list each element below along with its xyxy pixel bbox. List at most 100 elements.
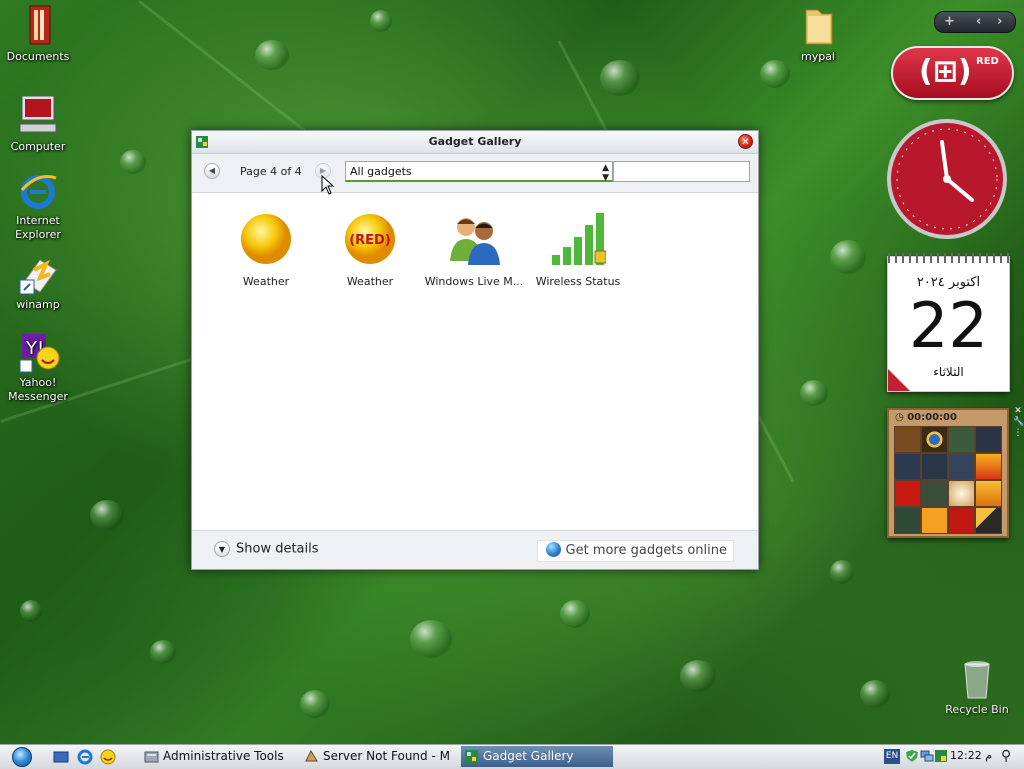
task-server-not-found[interactable]: Server Not Found - M... [301, 746, 449, 767]
browser-icon [305, 749, 318, 762]
page-indicator: Page 4 of 4 [240, 165, 302, 178]
puzzle-tile[interactable] [975, 507, 1002, 534]
puzzle-tile[interactable] [921, 426, 948, 453]
window-titlebar[interactable]: Gadget Gallery ✕ [192, 131, 758, 154]
desktop-icon-winamp[interactable]: winamp [0, 252, 76, 312]
water-drop [860, 680, 890, 708]
sun-icon [238, 211, 294, 267]
red-sun-icon: (RED) [342, 211, 398, 267]
gadget-item[interactable]: Weather [214, 211, 318, 288]
chevron-down-icon: ▼ [214, 541, 230, 557]
puzzle-tile[interactable] [921, 480, 948, 507]
show-details-button[interactable]: ▼ Show details [214, 541, 319, 557]
water-drop [800, 380, 828, 406]
desktop-icon-label: Computer [10, 140, 66, 153]
system-tray: EN 12:22 م ⚲ [880, 745, 1024, 769]
gadget-gallery-app-icon [465, 750, 478, 763]
puzzle-tile[interactable] [948, 426, 975, 453]
puzzle-tile[interactable] [894, 426, 921, 453]
red-gadget[interactable]: (⊞) RED [891, 46, 1014, 100]
gadget-item-label: Windows Live M... [424, 275, 524, 288]
show-desktop-icon[interactable] [53, 749, 69, 765]
puzzle-tile[interactable] [894, 480, 921, 507]
start-button[interactable] [12, 747, 32, 767]
language-indicator[interactable]: EN [884, 749, 900, 764]
gadget-options-icon[interactable]: 🔧 [1013, 417, 1024, 428]
taskbar: Administrative Tools Server Not Found - … [0, 744, 1024, 769]
desktop-icon-recycle-bin[interactable]: Recycle Bin [942, 656, 1012, 716]
puzzle-tile[interactable] [948, 480, 975, 507]
gadget-filter-dropdown[interactable]: All gadgets ▲ ▼ [345, 161, 613, 183]
gadget-drag-icon[interactable]: ⋮ [1013, 428, 1023, 439]
gallery-footer: ▼ Show details Get more gadgets online [192, 530, 758, 569]
documents-icon [16, 4, 60, 48]
folder-tools-icon [144, 751, 159, 763]
network-icon[interactable] [920, 749, 934, 763]
gadget-item[interactable]: Wireless Status [526, 211, 630, 288]
picture-puzzle-gadget[interactable]: ◷ 00:00:00 [887, 408, 1009, 538]
clock-face-icon [887, 119, 1007, 239]
dropdown-arrow-icon: ▲ ▼ [602, 163, 609, 183]
gadget-item-label: Wireless Status [535, 275, 621, 288]
windows-logo-icon: (⊞) [919, 54, 972, 89]
puzzle-grid[interactable] [894, 426, 1002, 534]
desktop-icon-computer[interactable]: Computer [0, 94, 76, 154]
calendar-day: 22 [909, 289, 988, 362]
close-button[interactable]: ✕ [738, 134, 753, 149]
desktop-icon-yahoo-messenger[interactable]: Y! Yahoo! Messenger [0, 330, 76, 404]
puzzle-tile[interactable] [948, 507, 975, 534]
gadget-item[interactable]: (RED) Weather [318, 211, 422, 288]
puzzle-tile[interactable] [975, 453, 1002, 480]
desktop-icon-label: Recycle Bin [945, 703, 1009, 716]
internet-explorer-icon[interactable] [77, 749, 93, 765]
desktop-icon-mypal[interactable]: mypal [780, 4, 856, 64]
sidebar-next-icon[interactable]: › [997, 14, 1002, 29]
previous-page-button[interactable]: ◀ [204, 163, 220, 179]
globe-icon [545, 542, 561, 557]
calendar-rings [888, 253, 1009, 263]
water-drop [560, 600, 590, 628]
clock-gadget[interactable] [884, 116, 1010, 242]
gadget-item-label: Weather [346, 275, 394, 288]
calendar-gadget[interactable]: اكتوبر ٢٠٢٤ 22 الثلاثاء [887, 253, 1010, 392]
puzzle-tile[interactable] [975, 480, 1002, 507]
gadget-item[interactable]: Windows Live M... [422, 211, 526, 288]
task-gadget-gallery[interactable]: Gadget Gallery [461, 746, 613, 767]
add-gadget-icon[interactable]: + [944, 14, 955, 29]
puzzle-tile[interactable] [948, 453, 975, 480]
tray-clock[interactable]: 12:22 م [950, 749, 992, 762]
red-label: RED [976, 56, 999, 67]
puzzle-tile[interactable] [921, 507, 948, 534]
computer-icon [16, 94, 60, 138]
get-more-label: Get more gadgets online [565, 543, 727, 558]
messenger-icon[interactable] [100, 749, 116, 765]
get-more-gadgets-link[interactable]: Get more gadgets online [536, 540, 734, 562]
task-label: Administrative Tools [163, 749, 284, 763]
search-icon[interactable]: ⚲ [1001, 748, 1011, 764]
gadget-options: ✕ 🔧 ⋮ [1013, 406, 1024, 439]
desktop-icon-label: mypal [800, 50, 835, 63]
calendar-month: اكتوبر ٢٠٢٤ [916, 275, 981, 290]
desktop: Documents Computer Internet Explorer win… [0, 0, 1024, 744]
desktop-icon-internet-explorer[interactable]: Internet Explorer [0, 168, 76, 242]
water-drop [20, 600, 42, 622]
task-administrative-tools[interactable]: Administrative Tools [141, 746, 289, 767]
desktop-icon-documents[interactable]: Documents [0, 4, 76, 64]
mouse-cursor-icon [321, 175, 335, 195]
sidebar-prev-icon[interactable]: ‹ [976, 14, 981, 29]
task-label: Server Not Found - M... [323, 749, 449, 763]
puzzle-tile[interactable] [894, 507, 921, 534]
water-drop [830, 560, 854, 584]
puzzle-tile[interactable] [975, 426, 1002, 453]
svg-text:(RED): (RED) [349, 233, 391, 248]
puzzle-tile[interactable] [894, 453, 921, 480]
people-icon [446, 211, 502, 267]
calendar-corner [888, 369, 910, 391]
puzzle-tile[interactable] [921, 453, 948, 480]
gadget-gallery-window[interactable]: Gadget Gallery ✕ ◀ Page 4 of 4 ▶ All gad… [191, 130, 759, 570]
security-shield-icon[interactable] [905, 749, 919, 763]
gadget-tray-icon[interactable] [934, 749, 948, 763]
water-drop [90, 500, 124, 530]
gadget-close-icon[interactable]: ✕ [1013, 406, 1023, 417]
search-input[interactable] [613, 161, 750, 182]
